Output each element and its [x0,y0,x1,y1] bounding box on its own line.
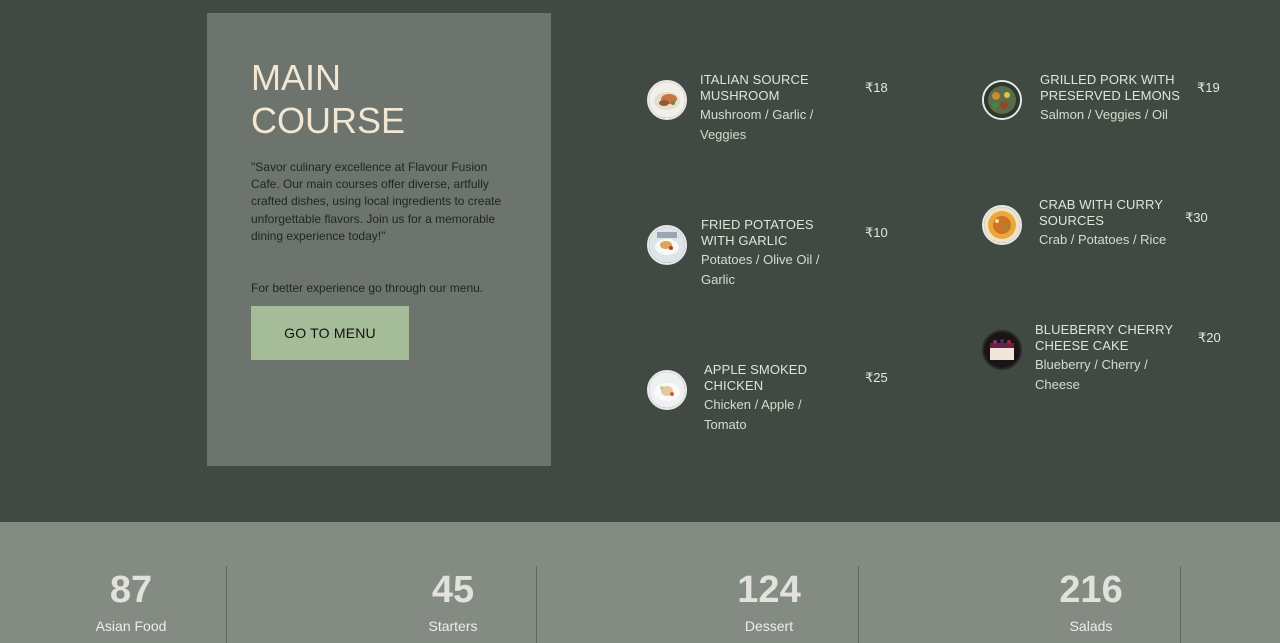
stat-divider [1180,566,1181,643]
title-line-2: COURSE [251,100,406,141]
title-line-1: MAIN [251,57,341,98]
dish-name: FRIED POTATOES WITH GARLIC [701,217,814,248]
dish-ingredients: Mushroom / Garlic / Veggies [700,107,814,142]
dish-ingredients: Potatoes / Olive Oil / Garlic [701,252,820,287]
go-to-menu-button[interactable]: GO TO MENU [251,306,409,360]
stat-label: Starters [428,618,478,634]
dish-ingredients: Chicken / Apple / Tomato [704,397,802,432]
stat-label: Asian Food [95,618,167,634]
mushroom-dish-icon [647,80,687,120]
dish-name: APPLE SMOKED CHICKEN [704,362,808,393]
stat-value: 87 [109,569,153,611]
dish-price: ₹19 [1197,80,1220,95]
dish-name: GRILLED PORK WITH PRESERVED LEMONS [1040,72,1181,103]
stats-band: 87 Asian Food 45 Starters 124 Dessert 21… [0,522,1280,643]
dish-name: BLUEBERRY CHERRY CHEESE CAKE [1035,322,1173,353]
main-course-section: MAIN COURSE "Savor culinary excellence at… [0,0,1280,522]
stat-label: Salads [1069,618,1113,634]
stat-value: 216 [1059,569,1123,611]
chicken-dish-icon [647,370,687,410]
dish-price: ₹20 [1198,330,1221,345]
dish-ingredients: Crab / Potatoes / Rice [1039,232,1167,247]
stat-label: Dessert [744,618,794,634]
dish-ingredients: Salmon / Veggies / Oil [1040,107,1168,122]
menu-hint: For better experience go through our men… [251,281,484,295]
section-title: MAIN COURSE [251,56,501,142]
stat-value: 45 [431,569,475,611]
stat-divider [536,566,537,643]
stat-value: 124 [737,569,801,611]
dish-price: ₹18 [865,80,888,95]
dish-name: CRAB WITH CURRY SOURCES [1039,197,1163,228]
dish-price: ₹25 [865,370,888,385]
dish-ingredients: Blueberry / Cherry / Cheese [1035,357,1148,392]
pork-dish-icon [982,80,1022,120]
cheesecake-dish-icon [982,330,1022,370]
main-course-card: MAIN COURSE "Savor culinary excellence at… [207,13,551,466]
stat-divider [226,566,227,643]
dish-name: ITALIAN SOURCE MUSHROOM [700,72,809,103]
stat-divider [858,566,859,643]
section-description: "Savor culinary excellence at Flavour Fu… [251,160,502,243]
dish-price: ₹30 [1185,210,1208,225]
crab-dish-icon [982,205,1022,245]
potato-dish-icon [647,225,687,265]
dish-price: ₹10 [865,225,888,240]
